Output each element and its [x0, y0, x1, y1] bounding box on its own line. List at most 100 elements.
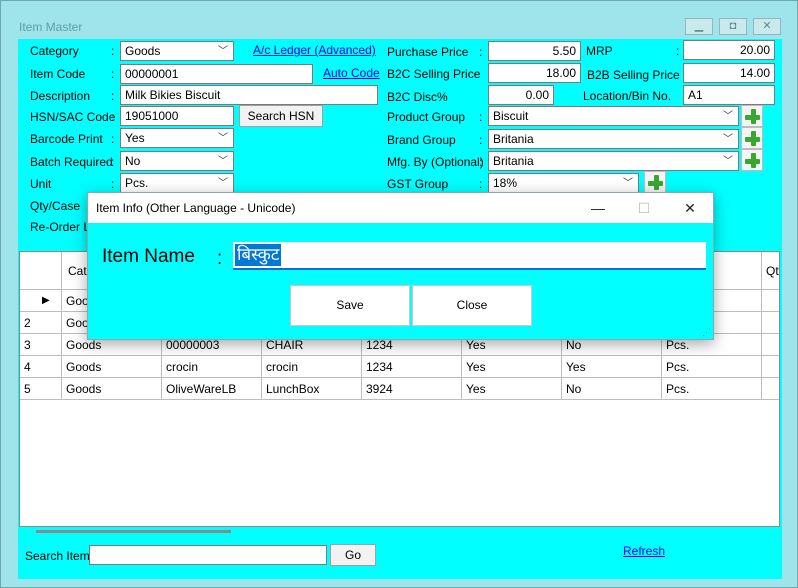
- item-info-dialog: Item Info (Other Language - Unicode) — ☐…: [87, 192, 714, 340]
- table-cell[interactable]: Goods: [62, 356, 162, 378]
- location-field[interactable]: A1: [683, 85, 775, 105]
- chevron-down-icon: ﹀: [218, 133, 228, 144]
- item-code-field[interactable]: 00000001: [120, 64, 313, 84]
- brand-group-value: Britania: [493, 132, 534, 146]
- table-cell[interactable]: Yes: [462, 378, 562, 400]
- dialog-title: Item Info (Other Language - Unicode): [96, 201, 296, 215]
- row-number-cell[interactable]: 5: [20, 378, 62, 400]
- table-cell[interactable]: [762, 378, 779, 400]
- mfg-by-colon: :: [479, 155, 483, 169]
- category-colon: :: [111, 44, 115, 58]
- purchase-price-colon: :: [479, 45, 483, 59]
- description-label: Description: [30, 89, 91, 103]
- resize-grip-icon[interactable]: ⋰: [702, 327, 712, 337]
- search-item-input[interactable]: [89, 545, 327, 565]
- hsn-field[interactable]: 19051000: [120, 106, 234, 126]
- row-number-cell[interactable]: 3: [20, 334, 62, 356]
- gst-group-label: GST Group: [387, 177, 449, 191]
- grid-header-qty[interactable]: Qty: [762, 252, 779, 290]
- barcode-print-dropdown[interactable]: Yes ﹀: [120, 128, 234, 148]
- category-dropdown[interactable]: Goods ﹀: [120, 41, 234, 61]
- table-cell[interactable]: 1234: [362, 356, 462, 378]
- go-button[interactable]: Go: [330, 544, 376, 566]
- save-button[interactable]: Save: [290, 285, 410, 326]
- b2c-disc-field[interactable]: 0.00: [488, 85, 554, 105]
- row-number-cell[interactable]: 2: [20, 312, 62, 334]
- close-window-button[interactable]: ✕: [753, 18, 781, 35]
- table-cell[interactable]: Goods: [62, 378, 162, 400]
- table-cell[interactable]: Pcs.: [662, 356, 762, 378]
- purchase-price-label: Purchase Price: [387, 45, 469, 59]
- auto-code-link[interactable]: Auto Code: [323, 66, 380, 80]
- horizontal-scrollbar[interactable]: [36, 530, 231, 533]
- refresh-link[interactable]: Refresh: [623, 544, 665, 558]
- table-cell[interactable]: Pcs.: [662, 378, 762, 400]
- unit-dropdown[interactable]: Pcs. ﹀: [120, 173, 234, 193]
- table-cell[interactable]: Yes: [462, 356, 562, 378]
- mfg-by-dropdown[interactable]: Britania ﹀: [488, 151, 739, 171]
- table-cell[interactable]: [762, 334, 779, 356]
- chevron-down-icon: ﹀: [623, 178, 633, 189]
- row-number-cell[interactable]: 1: [20, 290, 62, 312]
- table-cell[interactable]: No: [562, 378, 662, 400]
- add-brand-group-button[interactable]: [741, 127, 763, 149]
- add-gst-group-button[interactable]: [644, 171, 666, 193]
- add-mfg-by-button[interactable]: [741, 149, 763, 171]
- close-icon: ✕: [762, 20, 772, 32]
- search-hsn-button[interactable]: Search HSN: [239, 105, 323, 127]
- chevron-down-icon: ﹀: [723, 156, 733, 167]
- table-cell[interactable]: crocin: [162, 356, 262, 378]
- minimize-button[interactable]: ▁: [685, 18, 713, 35]
- mrp-field[interactable]: 20.00: [683, 40, 775, 60]
- hsn-label: HSN/SAC Code: [30, 110, 116, 124]
- table-cell[interactable]: crocin: [262, 356, 362, 378]
- chevron-down-icon: ﹀: [723, 134, 733, 145]
- dialog-maximize-button[interactable]: ☐: [634, 198, 654, 218]
- mrp-label: MRP: [586, 44, 613, 58]
- table-cell[interactable]: LunchBox: [262, 378, 362, 400]
- description-colon: :: [111, 89, 115, 103]
- product-group-colon: :: [479, 110, 483, 124]
- table-cell[interactable]: [762, 356, 779, 378]
- dialog-close-button[interactable]: ✕: [680, 198, 700, 218]
- window-title: Item Master: [19, 20, 83, 34]
- b2b-price-field[interactable]: 14.00: [683, 63, 775, 83]
- b2b-price-label: B2B Selling Price: [587, 68, 680, 82]
- table-cell[interactable]: [762, 312, 779, 334]
- table-cell[interactable]: 3924: [362, 378, 462, 400]
- gst-group-colon: :: [479, 177, 483, 191]
- minimize-icon: —: [591, 200, 605, 216]
- batch-required-dropdown[interactable]: No ﹀: [120, 151, 234, 171]
- maximize-button[interactable]: ◘: [719, 18, 747, 35]
- qty-case-label: Qty/Case: [30, 199, 81, 213]
- brand-group-dropdown[interactable]: Britania ﹀: [488, 129, 739, 149]
- b2c-price-field[interactable]: 18.00: [488, 63, 581, 83]
- brand-group-colon: :: [479, 133, 483, 147]
- location-label: Location/Bin No.: [583, 89, 672, 103]
- maximize-icon: ☐: [637, 200, 651, 216]
- purchase-price-field[interactable]: 5.50: [488, 41, 581, 61]
- item-name-colon: :: [217, 248, 223, 269]
- gst-group-dropdown[interactable]: 18% ﹀: [488, 173, 639, 193]
- item-code-label: Item Code: [30, 67, 86, 81]
- product-group-dropdown[interactable]: Biscuit ﹀: [488, 106, 739, 126]
- table-cell[interactable]: [762, 290, 779, 312]
- batch-required-colon: :: [111, 155, 115, 169]
- unit-value: Pcs.: [125, 176, 149, 190]
- barcode-print-colon: :: [111, 132, 115, 146]
- row-number-cell[interactable]: 4: [20, 356, 62, 378]
- mfg-by-value: Britania: [493, 154, 534, 168]
- product-group-label: Product Group: [387, 110, 466, 124]
- close-button[interactable]: Close: [412, 285, 532, 326]
- dialog-minimize-button[interactable]: —: [588, 198, 608, 218]
- product-group-value: Biscuit: [493, 109, 529, 123]
- mrp-colon: :: [676, 44, 680, 58]
- add-product-group-button[interactable]: [741, 105, 763, 127]
- ac-ledger-link[interactable]: A/c Ledger (Advanced): [253, 43, 376, 57]
- description-field[interactable]: Milk Bikies Biscuit: [120, 85, 378, 105]
- batch-required-label: Batch Required: [30, 155, 113, 169]
- table-cell[interactable]: OliveWareLB: [162, 378, 262, 400]
- table-cell[interactable]: Yes: [562, 356, 662, 378]
- item-name-input[interactable]: बिस्कुट: [233, 242, 706, 270]
- gst-group-value: 18%: [493, 176, 518, 190]
